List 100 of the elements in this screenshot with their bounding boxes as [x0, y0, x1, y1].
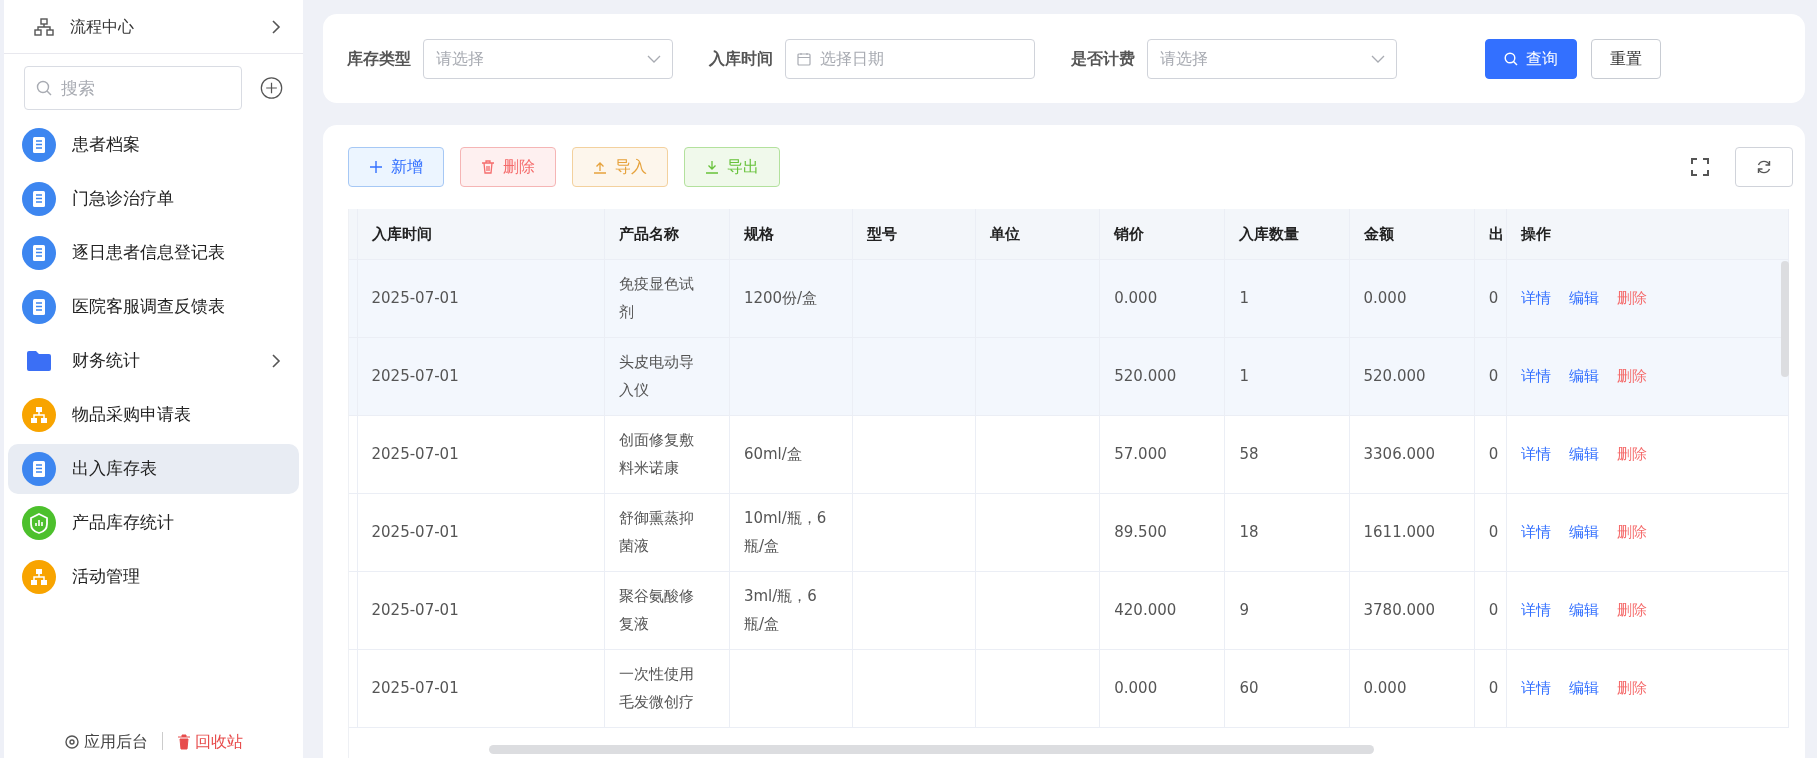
table-cell: 3ml/瓶，6瓶/盒 — [743, 587, 817, 633]
table-cell: 2025-07-01 — [371, 367, 459, 385]
table-cell: 舒御熏蒸抑菌液 — [618, 509, 694, 555]
table-cell: 9 — [1239, 601, 1249, 619]
select-field[interactable]: 请选择 — [423, 38, 673, 79]
table-cell: 0.000 — [1363, 289, 1407, 307]
delete-link[interactable]: 删除 — [1616, 445, 1647, 463]
table-cell: 一次性使用毛发微创疗 — [618, 665, 694, 711]
folder-icon — [26, 350, 52, 372]
table-cell: 60 — [1239, 679, 1259, 697]
column-header: 操作 — [1506, 209, 1789, 259]
calendar-icon — [797, 51, 811, 66]
details-link[interactable]: 详情 — [1520, 679, 1551, 697]
filter-label: 是否计费 — [1071, 47, 1135, 70]
table-cell: 2025-07-01 — [371, 289, 459, 307]
column-header: 规格 — [729, 209, 853, 259]
column-header: 单位 — [975, 209, 1100, 259]
table-cell: 0 — [1488, 445, 1499, 463]
sidebar-item[interactable]: 活动管理 — [8, 552, 299, 602]
table-cell: 0.000 — [1114, 289, 1158, 307]
sidebar-item[interactable]: 门急诊治疗单 — [8, 174, 299, 224]
column-header: 入库时间 — [357, 209, 605, 259]
table-cell: 创面修复敷料米诺康 — [618, 431, 694, 477]
table-cell: 2025-07-01 — [371, 445, 459, 463]
column-header: 出 — [1474, 209, 1507, 259]
sidebar-item[interactable]: 逐日患者信息登记表 — [8, 228, 299, 278]
table-cell: 头皮电动导入仪 — [618, 353, 694, 399]
hierarchy-icon — [22, 560, 56, 594]
filter-label: 库存类型 — [347, 47, 411, 70]
date-field[interactable]: 选择日期 — [785, 38, 1035, 79]
sidebar-item[interactable]: 财务统计 — [8, 336, 299, 386]
sidebar-item[interactable]: 患者档案 — [8, 120, 299, 170]
recycle-bin-link[interactable]: 回收站 — [177, 730, 243, 754]
sidebar-item[interactable]: 物品采购申请表 — [8, 390, 299, 440]
table-cell: 57.000 — [1114, 445, 1167, 463]
horizontal-scrollbar[interactable] — [489, 745, 1374, 754]
table-cell: 3306.000 — [1363, 445, 1436, 463]
hierarchy-icon — [22, 398, 56, 432]
details-link[interactable]: 详情 — [1520, 289, 1551, 307]
table-cell: 10ml/瓶，6瓶/盒 — [743, 509, 827, 555]
delete-button[interactable]: 删除 — [460, 147, 556, 187]
select-field[interactable]: 请选择 — [1147, 38, 1397, 79]
table-cell: 3780.000 — [1363, 601, 1436, 619]
table-cell: 1611.000 — [1363, 523, 1436, 541]
add-button[interactable]: 新增 — [348, 147, 444, 187]
edit-link[interactable]: 编辑 — [1568, 445, 1599, 463]
column-header: 销价 — [1099, 209, 1225, 259]
add-circle-icon[interactable] — [259, 75, 283, 101]
sidebar-item[interactable]: 产品库存统计 — [8, 498, 299, 548]
details-link[interactable]: 详情 — [1520, 367, 1551, 385]
table-cell: 2025-07-01 — [371, 679, 459, 697]
delete-link[interactable]: 删除 — [1616, 289, 1647, 307]
delete-link[interactable]: 删除 — [1616, 367, 1647, 385]
table-cell: 18 — [1239, 523, 1259, 541]
document-icon — [22, 452, 56, 486]
column-header: 入库数量 — [1224, 209, 1349, 259]
table-cell: 0 — [1488, 289, 1499, 307]
edit-link[interactable]: 编辑 — [1568, 289, 1599, 307]
details-link[interactable]: 详情 — [1520, 523, 1551, 541]
search-field[interactable]: 搜索 — [24, 66, 242, 110]
table-cell: 89.500 — [1114, 523, 1167, 541]
edit-link[interactable]: 编辑 — [1568, 601, 1599, 619]
reset-button[interactable]: 重置 — [1591, 38, 1661, 79]
table-cell: 520.000 — [1114, 367, 1177, 385]
table-cell: 520.000 — [1363, 367, 1426, 385]
search-icon — [36, 80, 52, 96]
delete-link[interactable]: 删除 — [1616, 679, 1647, 697]
fullscreen-icon — [1691, 158, 1709, 176]
table-cell: 0 — [1488, 523, 1499, 541]
edit-link[interactable]: 编辑 — [1568, 679, 1599, 697]
details-link[interactable]: 详情 — [1520, 445, 1551, 463]
table-cell: 2025-07-01 — [371, 523, 459, 541]
vertical-scrollbar[interactable] — [1781, 261, 1789, 377]
column-header: 型号 — [852, 209, 976, 259]
table-cell: 0 — [1488, 367, 1499, 385]
hierarchy-icon — [34, 17, 54, 36]
filter-label: 入库时间 — [709, 47, 773, 70]
shield-chart-icon — [22, 506, 56, 540]
sidebar-item[interactable]: 出入库存表 — [8, 444, 299, 494]
chevron-down-icon — [1371, 54, 1385, 63]
column-header: 金额 — [1349, 209, 1475, 259]
table-cell: 0 — [1488, 679, 1499, 697]
edit-link[interactable]: 编辑 — [1568, 367, 1599, 385]
details-link[interactable]: 详情 — [1520, 601, 1551, 619]
table-cell: 1200份/盒 — [743, 289, 818, 307]
refresh-button[interactable] — [1735, 147, 1793, 187]
admin-link[interactable]: 应用后台 — [64, 730, 148, 754]
search-button[interactable]: 查询 — [1485, 38, 1577, 79]
delete-link[interactable]: 删除 — [1616, 601, 1647, 619]
trash-icon — [481, 160, 495, 174]
plus-icon — [369, 160, 383, 174]
sidebar-header-link[interactable]: 流程中心 — [70, 14, 255, 39]
column-header: 产品名称 — [604, 209, 730, 259]
edit-link[interactable]: 编辑 — [1568, 523, 1599, 541]
delete-link[interactable]: 删除 — [1616, 523, 1647, 541]
trash-icon — [177, 734, 191, 750]
search-icon — [1504, 51, 1518, 66]
refresh-icon — [1756, 159, 1772, 175]
table-cell: 420.000 — [1114, 601, 1177, 619]
sidebar-item[interactable]: 医院客服调查反馈表 — [8, 282, 299, 332]
